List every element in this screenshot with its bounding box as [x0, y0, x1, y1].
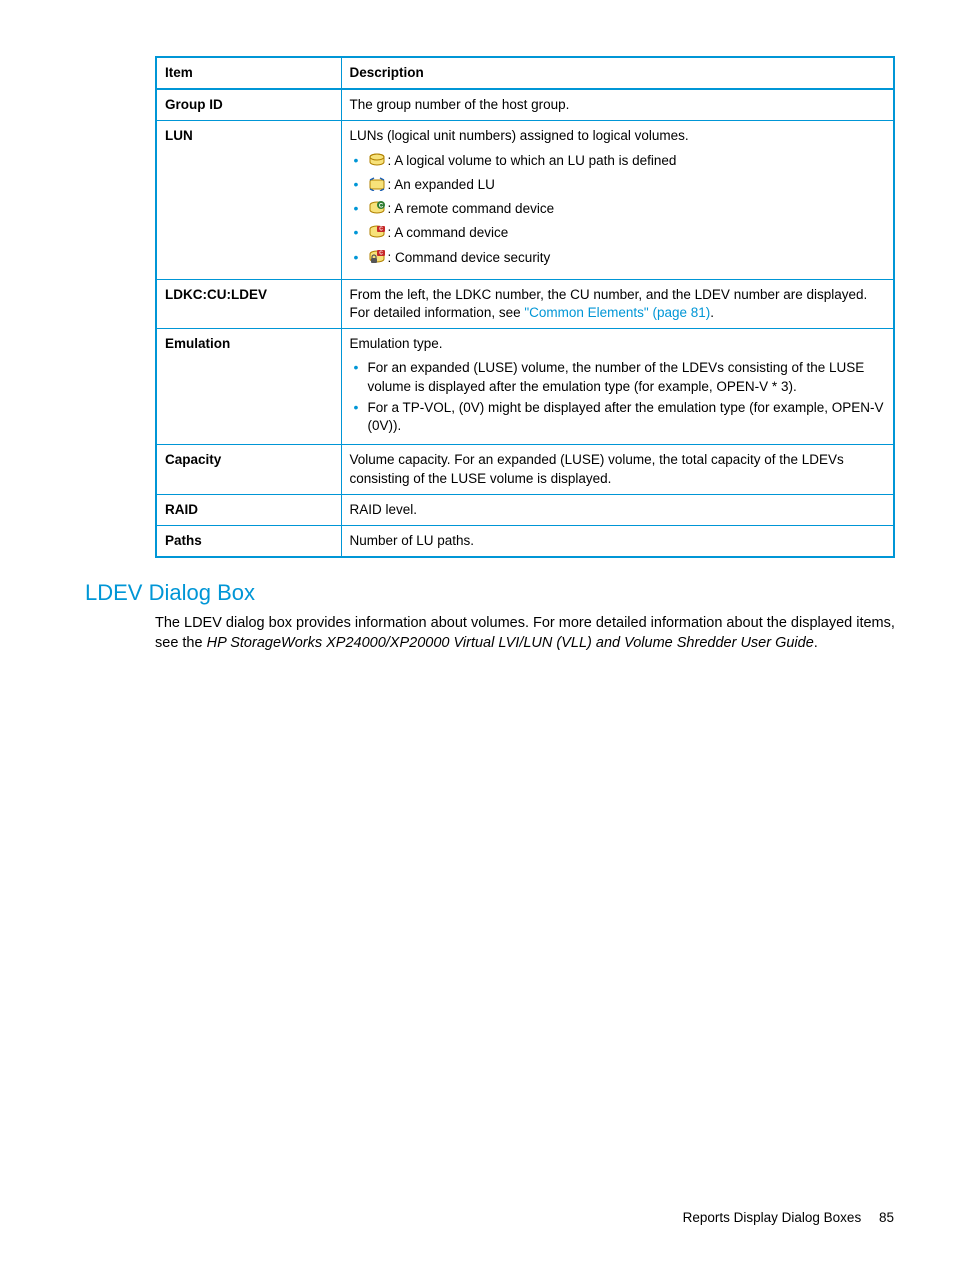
list-item: C : A remote command device [368, 200, 886, 218]
list-item: For an expanded (LUSE) volume, the numbe… [368, 359, 886, 395]
cmd-dev-icon: C [368, 225, 386, 239]
row-raid-desc: RAID level. [341, 494, 894, 525]
col-header-description: Description [341, 57, 894, 89]
lun-intro-text: LUNs (logical unit numbers) assigned to … [350, 128, 689, 143]
row-ldkc-item: LDKC:CU:LDEV [156, 279, 341, 328]
para-post: . [814, 635, 818, 651]
lun-icon-text-4: : Command device security [388, 250, 551, 265]
expanded-lu-icon [368, 177, 386, 191]
row-group-id-item: Group ID [156, 89, 341, 121]
common-elements-link[interactable]: "Common Elements" (page 81) [524, 305, 710, 320]
row-lun-item: LUN [156, 121, 341, 279]
section-paragraph: The LDEV dialog box provides information… [155, 614, 895, 653]
volume-icon [368, 153, 386, 167]
lun-icon-text-3: : A command device [388, 225, 509, 240]
list-item: For a TP-VOL, (0V) might be displayed af… [368, 399, 886, 435]
row-capacity-item: Capacity [156, 445, 341, 494]
footer-page-number: 85 [879, 1210, 894, 1225]
ldkc-desc-post: . [710, 305, 714, 320]
col-header-item: Item [156, 57, 341, 89]
row-lun-desc: LUNs (logical unit numbers) assigned to … [341, 121, 894, 279]
list-item: C : Command device security [368, 249, 886, 267]
emulation-intro: Emulation type. [350, 336, 443, 351]
row-ldkc-desc: From the left, the LDKC number, the CU n… [341, 279, 894, 328]
section-heading-ldev: LDEV Dialog Box [85, 580, 894, 606]
list-item: : A logical volume to which an LU path i… [368, 152, 886, 170]
list-item: C : A command device [368, 224, 886, 242]
row-emulation-desc: Emulation type. For an expanded (LUSE) v… [341, 329, 894, 445]
lun-icon-text-2: : A remote command device [388, 201, 555, 216]
page-footer: Reports Display Dialog Boxes 85 [683, 1210, 894, 1225]
svg-text:C: C [378, 204, 383, 210]
lun-icon-text-1: : An expanded LU [388, 177, 495, 192]
lun-icon-text-0: : A logical volume to which an LU path i… [388, 153, 677, 168]
row-paths-item: Paths [156, 525, 341, 557]
row-capacity-desc: Volume capacity. For an expanded (LUSE) … [341, 445, 894, 494]
svg-text:C: C [379, 227, 383, 233]
list-item: : An expanded LU [368, 176, 886, 194]
cmd-dev-security-icon: C [368, 250, 386, 264]
row-emulation-item: Emulation [156, 329, 341, 445]
svg-text:C: C [379, 250, 383, 256]
row-raid-item: RAID [156, 494, 341, 525]
row-paths-desc: Number of LU paths. [341, 525, 894, 557]
remote-cmd-dev-icon: C [368, 201, 386, 215]
row-group-id-desc: The group number of the host group. [341, 89, 894, 121]
items-description-table: Item Description Group ID The group numb… [155, 56, 895, 558]
para-italic: HP StorageWorks XP24000/XP20000 Virtual … [207, 635, 814, 651]
footer-text: Reports Display Dialog Boxes [683, 1210, 862, 1225]
